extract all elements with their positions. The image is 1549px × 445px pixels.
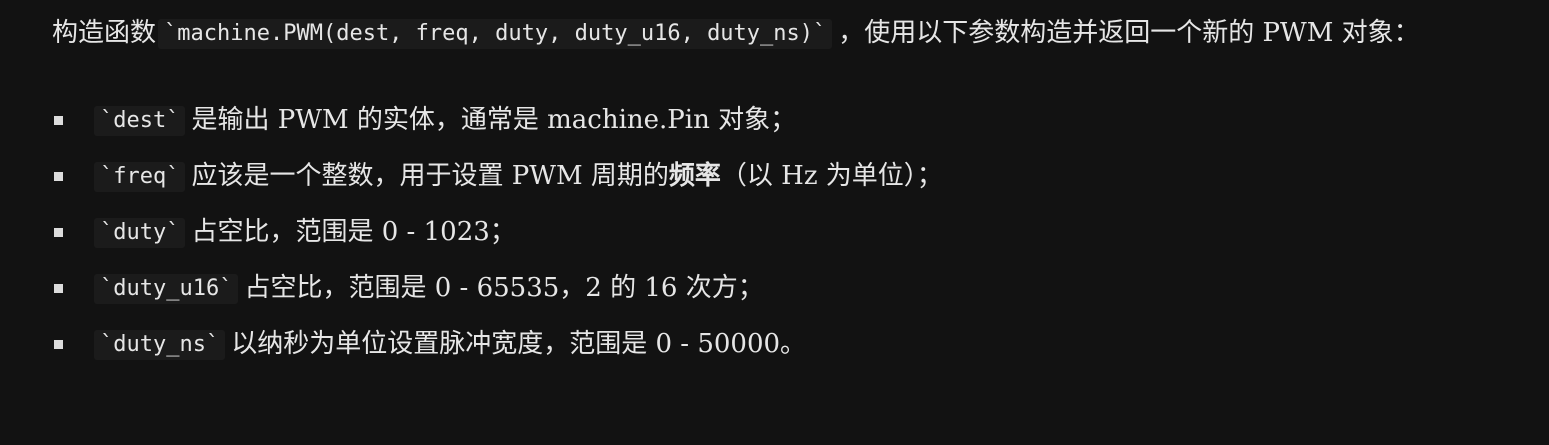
square-bullet-icon [54, 116, 63, 125]
param-desc-dest: 是输出 PWM 的实体，通常是 machine.Pin 对象； [191, 105, 797, 135]
param-code-duty-ns: `duty_ns` [94, 330, 226, 360]
list-item-duty-ns: `duty_ns` 以纳秒为单位设置脉冲宽度，范围是 0 - 50000。 [52, 316, 1549, 372]
param-desc-freq-bold: 频率 [668, 161, 721, 191]
square-bullet-icon [54, 228, 63, 237]
param-code-duty: `duty` [94, 218, 186, 248]
square-bullet-icon [54, 284, 63, 293]
document-body: 构造函数 `machine.PWM(dest, freq, duty, duty_… [0, 0, 1549, 445]
param-code-duty-u16: `duty_u16` [94, 274, 239, 304]
square-bullet-icon [54, 340, 63, 349]
square-bullet-icon [54, 172, 63, 181]
intro-prefix: 构造函数 [52, 18, 157, 48]
list-item-freq: `freq` 应该是一个整数，用于设置 PWM 周期的频率（以 Hz 为单位）； [52, 148, 1549, 204]
constructor-signature: `machine.PWM(dest, freq, duty, duty_u16,… [158, 19, 833, 49]
param-desc-duty: 占空比，范围是 0 - 1023； [191, 217, 516, 247]
param-desc-duty-u16: 占空比，范围是 0 - 65535，2 的 16 次方； [244, 273, 764, 303]
list-item-duty-u16: `duty_u16` 占空比，范围是 0 - 65535，2 的 16 次方； [52, 260, 1549, 316]
param-desc-duty-ns: 以纳秒为单位设置脉冲宽度，范围是 0 - 50000。 [231, 329, 807, 359]
intro-suffix: ，使用以下参数构造并返回一个新的 PWM 对象： [838, 18, 1420, 48]
param-desc-freq-after: （以 Hz 为单位）； [720, 161, 943, 191]
list-item-dest: `dest` 是输出 PWM 的实体，通常是 machine.Pin 对象； [52, 92, 1549, 148]
param-code-freq: `freq` [94, 162, 186, 192]
param-desc-freq-before: 应该是一个整数，用于设置 PWM 周期的 [191, 161, 669, 191]
intro-paragraph: 构造函数 `machine.PWM(dest, freq, duty, duty_… [52, 10, 1549, 56]
param-code-dest: `dest` [94, 106, 186, 136]
parameter-list: `dest` 是输出 PWM 的实体，通常是 machine.Pin 对象； `f… [52, 92, 1549, 372]
list-item-duty: `duty` 占空比，范围是 0 - 1023； [52, 204, 1549, 260]
